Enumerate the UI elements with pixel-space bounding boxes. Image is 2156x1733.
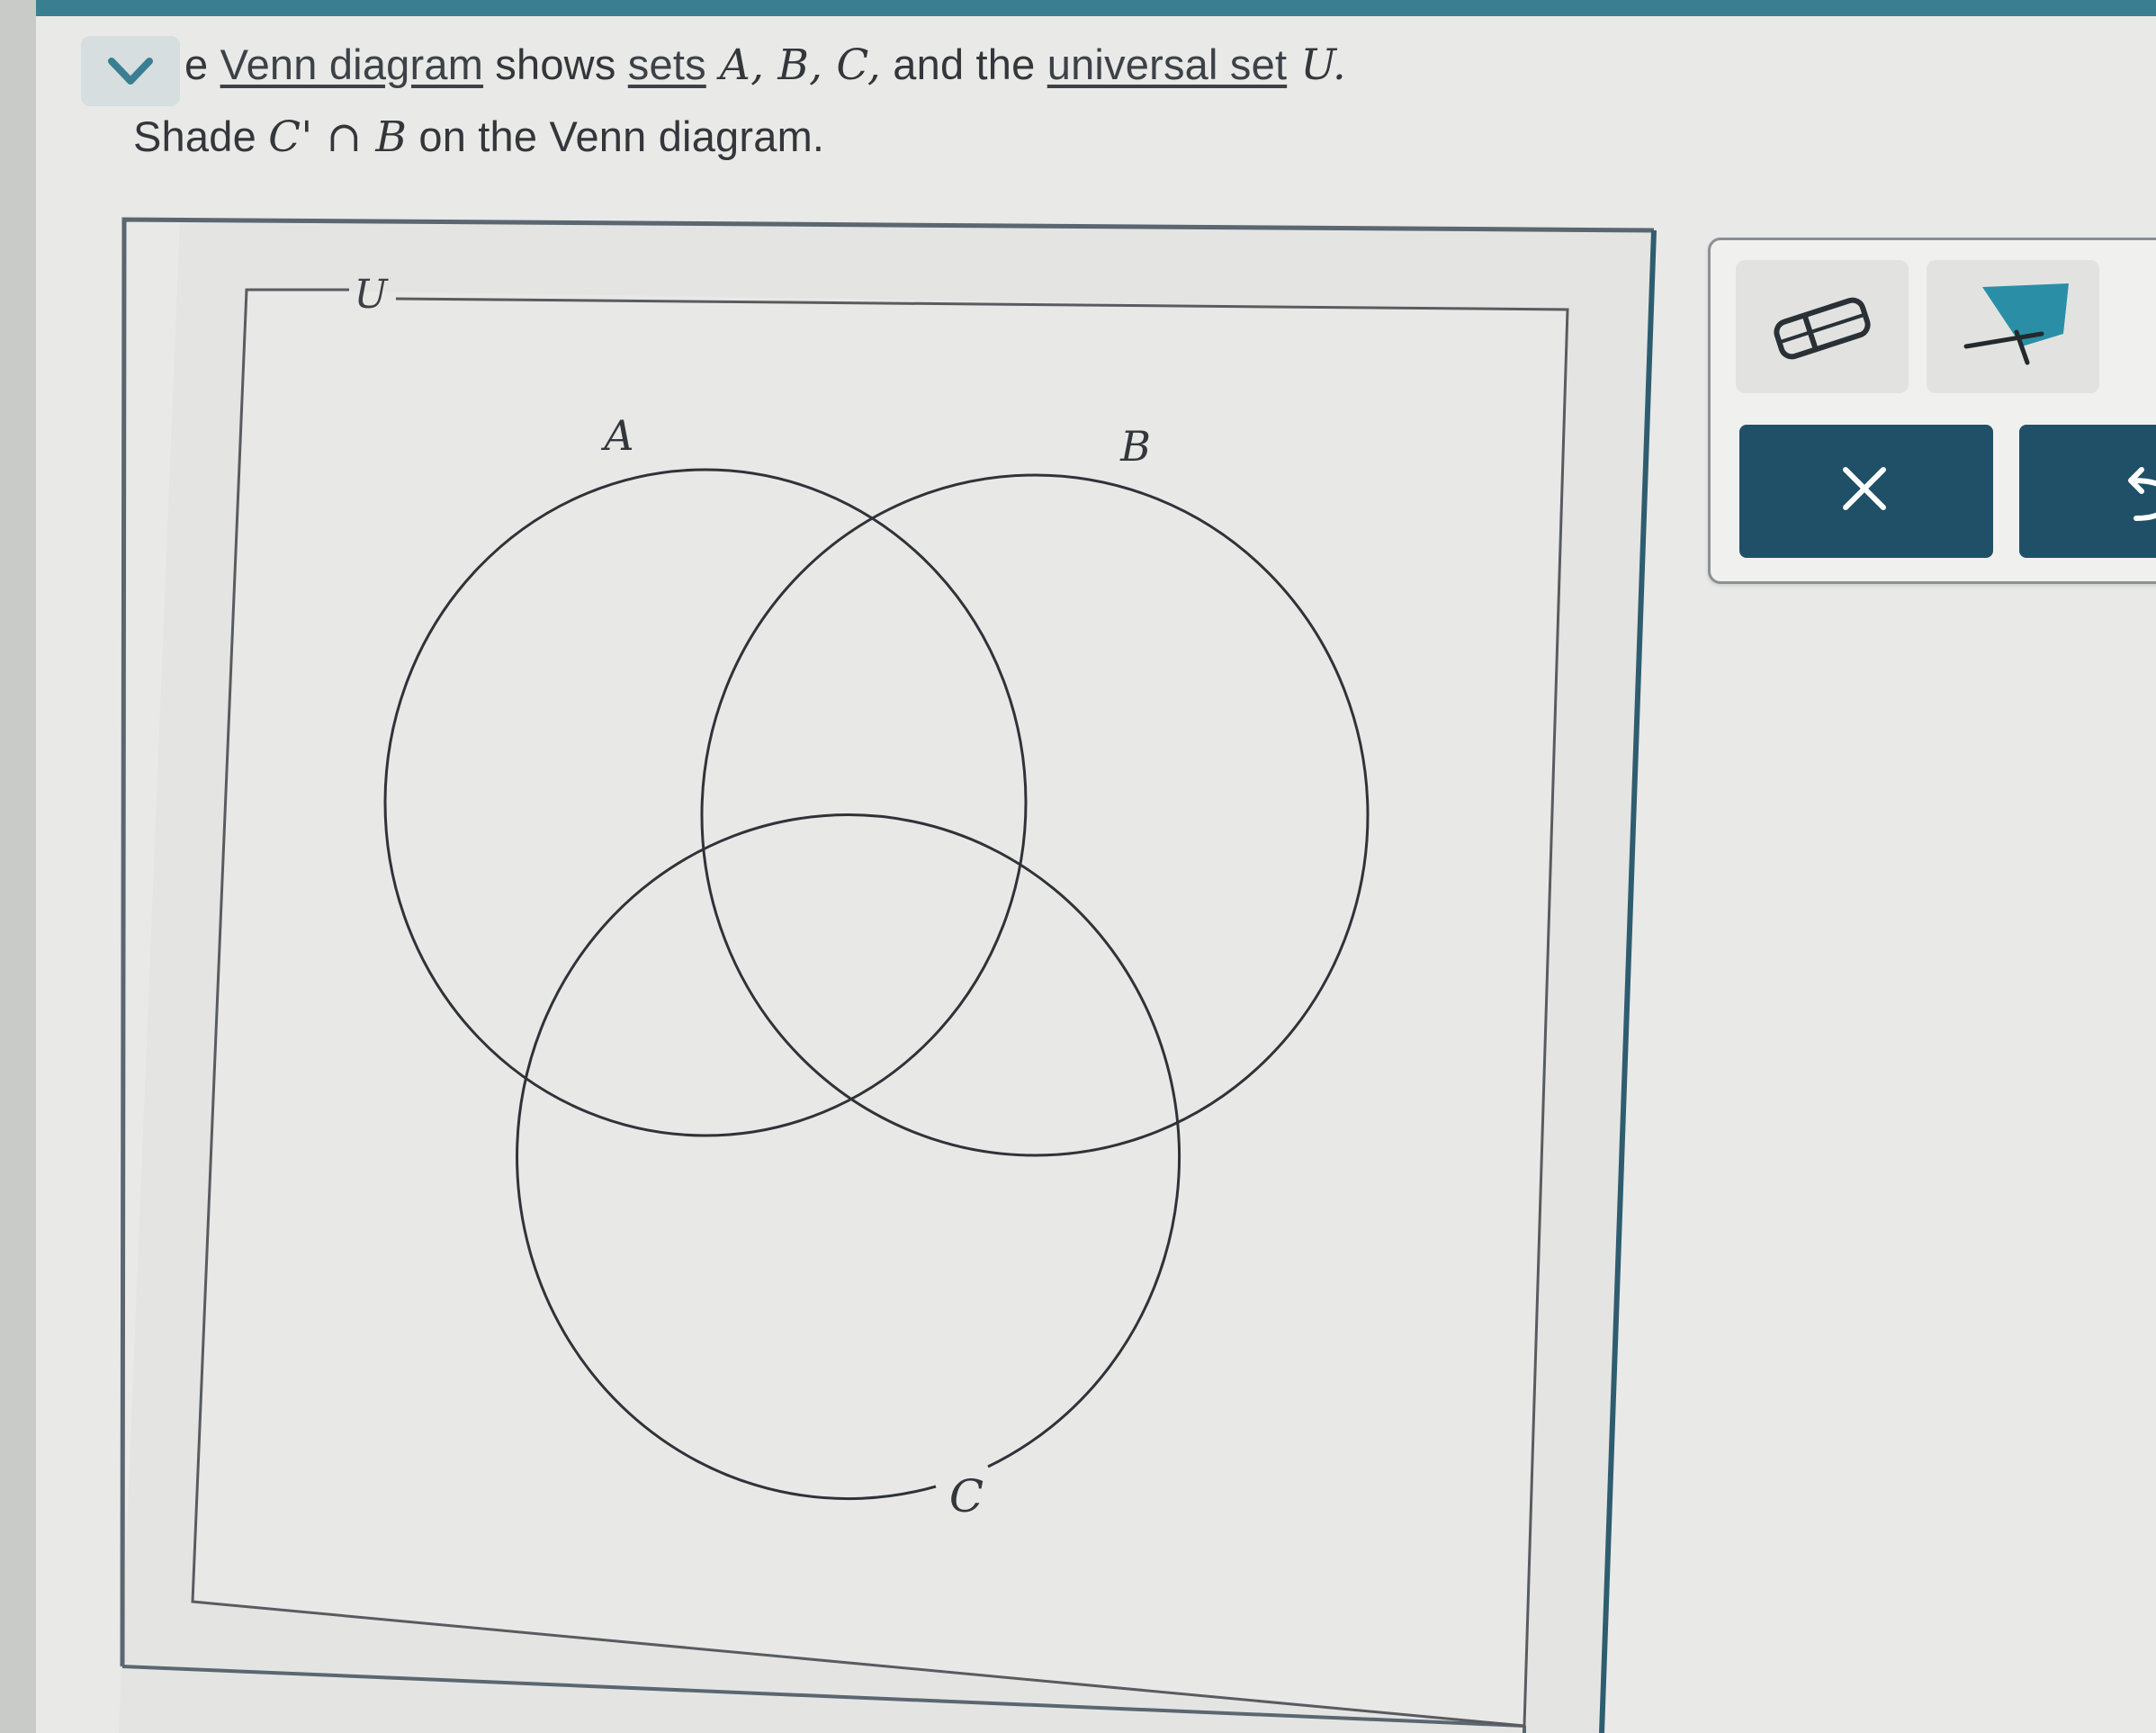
- question-text: shows: [483, 40, 628, 88]
- sets-link[interactable]: sets: [628, 40, 706, 88]
- universal-set-label: U: [354, 272, 389, 318]
- question-text: and the: [881, 40, 1047, 88]
- undo-arrow-icon: [2128, 467, 2156, 521]
- universal-set-link[interactable]: universal set: [1047, 40, 1287, 88]
- expression-b: B: [375, 112, 408, 162]
- undo-button[interactable]: [2019, 425, 2156, 558]
- venn-diagram-link[interactable]: Venn diagram: [220, 40, 483, 88]
- expression-prime: ': [301, 112, 313, 162]
- question-line-2: Shade C' ∩ B on the Venn diagram.: [133, 112, 824, 162]
- collapse-question-button[interactable]: [81, 36, 180, 106]
- universal-set-symbol: U.: [1287, 40, 1346, 90]
- chevron-down-icon: [108, 58, 153, 85]
- eraser-icon: [1774, 297, 1871, 360]
- intersection-symbol: ∩: [312, 112, 376, 162]
- clear-button[interactable]: [1739, 425, 1993, 558]
- question-line-1: e Venn diagram shows sets A, B, C, and t…: [184, 40, 1346, 90]
- shading-toolbar: [1708, 238, 2156, 584]
- shading-pen-icon: [1963, 283, 2069, 365]
- question-instruction-rest: on the Venn diagram.: [407, 112, 825, 160]
- question-lead-fragment: e: [184, 40, 209, 88]
- close-icon: [1843, 467, 1886, 510]
- shade-tool-button[interactable]: [1927, 260, 2099, 393]
- set-list: A, B, C,: [705, 40, 882, 90]
- universal-set-box[interactable]: [191, 288, 1569, 1728]
- expression-c: C: [268, 112, 301, 162]
- window-left-edge: [0, 0, 36, 1733]
- header-bar: [36, 0, 2156, 16]
- question-instruction: Shade: [133, 112, 269, 160]
- eraser-tool-button[interactable]: [1736, 260, 1909, 393]
- set-a-label: A: [600, 411, 633, 460]
- screen: e Venn diagram shows sets A, B, C, and t…: [0, 0, 2156, 1733]
- universal-region[interactable]: [193, 290, 1568, 1726]
- set-b-label: B: [1119, 422, 1151, 471]
- set-c-label: C: [949, 1470, 984, 1522]
